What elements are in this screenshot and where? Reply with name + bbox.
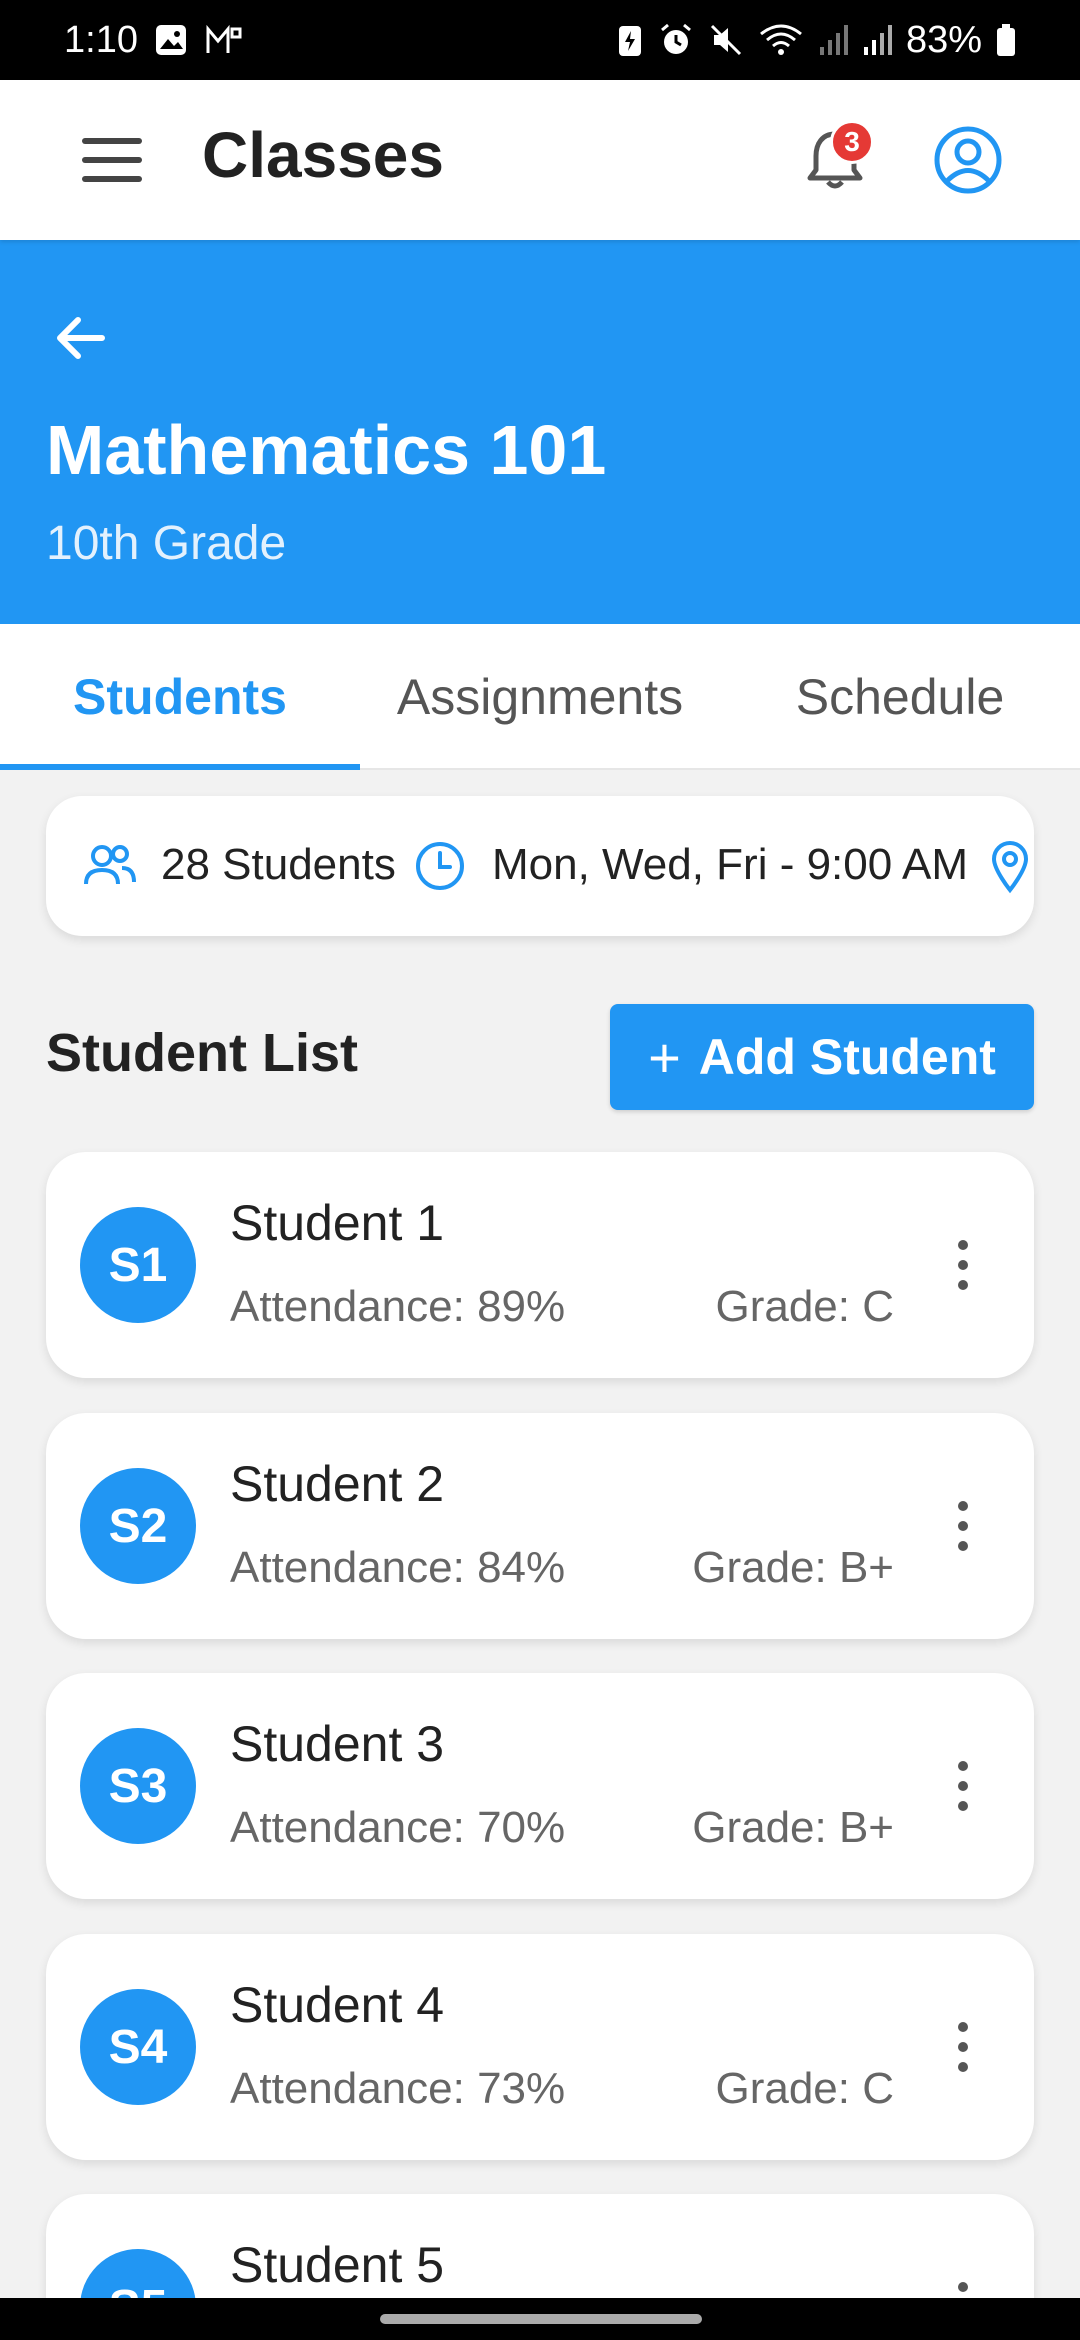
tab-assignments[interactable]: Assignments	[360, 624, 720, 770]
people-icon	[82, 840, 138, 903]
signal-icon	[862, 23, 892, 57]
student-name: Student 1	[230, 1195, 445, 1251]
student-name: Student 2	[230, 1456, 445, 1512]
student-attendance: Attendance: 73%	[230, 2064, 566, 2113]
notification-badge: 3	[830, 120, 874, 164]
status-time: 1:10	[64, 18, 138, 61]
app-bar: Classes 3	[0, 80, 1080, 240]
class-title: Mathematics 101	[46, 411, 607, 489]
signal-icon	[818, 23, 848, 57]
battery-percent: 83%	[905, 18, 982, 61]
student-avatar: S1	[80, 1207, 196, 1323]
battery-icon	[996, 23, 1016, 57]
student-card[interactable]: S2 Student 2 Attendance: 84% Grade: B+	[46, 1413, 1034, 1639]
tab-students[interactable]: Students	[0, 624, 360, 770]
battery-saver-icon	[616, 22, 644, 58]
class-header: Mathematics 101 10th Grade	[0, 240, 1080, 624]
status-bar: 1:10 83%	[0, 0, 1080, 80]
student-attendance: Attendance: 84%	[230, 1543, 566, 1592]
more-options-icon[interactable]	[958, 1761, 970, 1811]
home-handle[interactable]	[380, 2314, 702, 2324]
app-title: Classes	[202, 119, 444, 191]
student-name: Student 5	[230, 2237, 445, 2293]
student-attendance: Attendance: 89%	[230, 1282, 566, 1331]
account-icon[interactable]	[932, 124, 1004, 196]
alarm-icon	[658, 22, 694, 58]
add-student-button[interactable]: + Add Student	[610, 1004, 1034, 1110]
student-card[interactable]: S3 Student 3 Attendance: 70% Grade: B+	[46, 1673, 1034, 1899]
student-grade: Grade: B+	[692, 1543, 894, 1592]
plus-icon: +	[648, 1025, 681, 1089]
location-pin-icon	[990, 840, 1030, 905]
student-name: Student 3	[230, 1716, 445, 1772]
student-name: Student 4	[230, 1977, 445, 2033]
more-options-icon[interactable]	[958, 1501, 970, 1551]
more-options-icon[interactable]	[958, 1240, 970, 1290]
class-grade-level: 10th Grade	[46, 517, 287, 570]
class-info-card: 28 Students Mon, Wed, Fri - 9:00 AM	[46, 796, 1034, 936]
tab-schedule[interactable]: Schedule	[720, 624, 1080, 770]
student-avatar: S3	[80, 1728, 196, 1844]
student-avatar: S4	[80, 1989, 196, 2105]
tab-bar: Students Assignments Schedule	[0, 624, 1080, 770]
student-list-title: Student List	[46, 1023, 358, 1083]
mute-icon	[708, 22, 744, 58]
student-grade: Grade: C	[715, 2064, 894, 2113]
student-avatar: S2	[80, 1468, 196, 1584]
active-tab-indicator	[0, 764, 360, 770]
student-card[interactable]: S1 Student 1 Attendance: 89% Grade: C	[46, 1152, 1034, 1378]
gallery-icon	[154, 23, 188, 57]
student-count: 28 Students	[161, 840, 396, 889]
student-card[interactable]: S4 Student 4 Attendance: 73% Grade: C	[46, 1934, 1034, 2160]
student-grade: Grade: B+	[692, 1803, 894, 1852]
more-options-icon[interactable]	[958, 2022, 970, 2072]
wifi-icon	[758, 22, 804, 58]
add-student-label: Add Student	[698, 1029, 996, 1085]
student-attendance: Attendance: 70%	[230, 1803, 566, 1852]
app-notification-icon	[204, 23, 244, 57]
menu-icon[interactable]	[82, 138, 142, 182]
back-arrow-icon[interactable]	[48, 306, 112, 370]
system-nav-bar	[0, 2298, 1080, 2340]
clock-icon	[414, 840, 466, 903]
class-schedule: Mon, Wed, Fri - 9:00 AM	[492, 840, 969, 889]
student-grade: Grade: C	[715, 1282, 894, 1331]
